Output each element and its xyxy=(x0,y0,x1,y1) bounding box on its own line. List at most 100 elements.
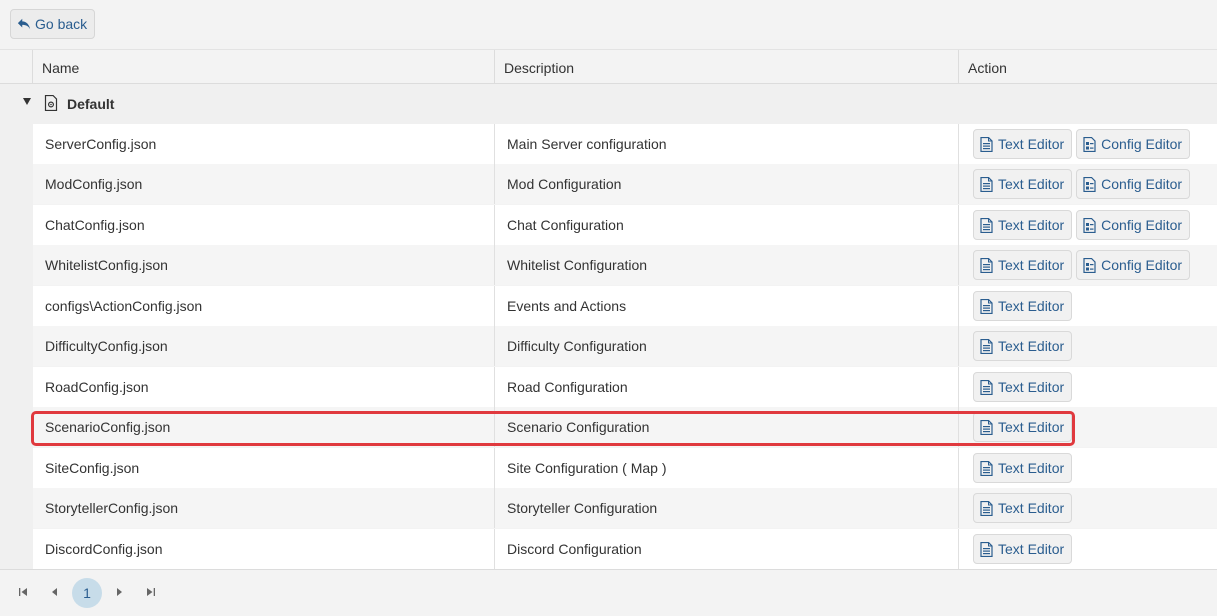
action-button-label: Text Editor xyxy=(998,541,1065,557)
toolbar: Go back xyxy=(0,0,1217,48)
cell-name: ModConfig.json xyxy=(45,176,143,192)
next-page-icon[interactable] xyxy=(111,584,127,600)
cell-description: Whitelist Configuration xyxy=(494,245,958,285)
table-row[interactable]: ServerConfig.json Main Server configurati… xyxy=(33,124,1217,164)
group-label: Default xyxy=(67,96,115,112)
column-header-description[interactable]: Description xyxy=(494,50,958,84)
text-editor-button[interactable]: Text Editor xyxy=(973,169,1073,199)
table-row[interactable]: configs\ActionConfig.json Events and Acti… xyxy=(33,286,1217,326)
cell-name: ServerConfig.json xyxy=(45,136,157,152)
config-editor-button[interactable]: Config Editor xyxy=(1076,250,1191,280)
table-row[interactable]: ScenarioConfig.json Scenario Configuratio… xyxy=(33,407,1217,447)
config-editor-button[interactable]: Config Editor xyxy=(1076,129,1191,159)
action-button-label: Config Editor xyxy=(1101,257,1183,273)
table-row[interactable]: DifficultyConfig.json Difficulty Configur… xyxy=(33,326,1217,366)
collapse-triangle-icon[interactable] xyxy=(23,98,31,105)
cell-description: Discord Configuration xyxy=(494,529,958,569)
cell-name: configs\ActionConfig.json xyxy=(45,298,203,314)
go-back-label: Go back xyxy=(35,16,88,32)
table-row[interactable]: DiscordConfig.json Discord Configuration T… xyxy=(33,529,1217,569)
document-icon xyxy=(980,298,993,314)
action-button-label: Text Editor xyxy=(998,298,1065,314)
config-editor-button[interactable]: Config Editor xyxy=(1076,210,1191,240)
text-editor-button[interactable]: Text Editor xyxy=(973,250,1073,280)
cell-description: Scenario Configuration xyxy=(494,407,958,447)
document-icon xyxy=(980,541,993,557)
table-row[interactable]: ModConfig.json Mod Configuration Text Edit… xyxy=(33,164,1217,204)
table-row[interactable]: WhitelistConfig.json Whitelist Configurat… xyxy=(33,245,1217,285)
cell-actions: Text Editor xyxy=(958,286,1217,326)
column-header-name[interactable]: Name xyxy=(32,50,494,84)
text-editor-button[interactable]: Text Editor xyxy=(973,534,1073,564)
pagination: 1 xyxy=(0,569,1217,616)
cell-actions: Text Editor xyxy=(958,367,1217,407)
action-button-label: Text Editor xyxy=(998,257,1065,273)
cell-actions: Text Editor xyxy=(958,488,1217,528)
cell-actions: Text Editor xyxy=(958,407,1217,447)
document-icon xyxy=(980,379,993,395)
cell-actions: Text Editor xyxy=(958,448,1217,488)
action-button-label: Text Editor xyxy=(998,338,1065,354)
config-editor-icon xyxy=(1083,176,1096,192)
table-row[interactable]: SiteConfig.json Site Configuration ( Map … xyxy=(33,448,1217,488)
prev-page-icon[interactable] xyxy=(47,584,63,600)
text-editor-button[interactable]: Text Editor xyxy=(973,210,1073,240)
grid-header: Name Description Action xyxy=(0,49,1217,84)
group-indent xyxy=(0,124,33,569)
group-row-default[interactable]: Default xyxy=(0,84,1217,124)
text-editor-button[interactable]: Text Editor xyxy=(973,331,1073,361)
cell-description: Difficulty Configuration xyxy=(494,326,958,366)
cell-actions: Text Editor xyxy=(958,326,1217,366)
document-icon xyxy=(980,338,993,354)
action-button-label: Config Editor xyxy=(1101,176,1183,192)
cell-name: RoadConfig.json xyxy=(45,379,149,395)
text-editor-button[interactable]: Text Editor xyxy=(973,129,1073,159)
cell-description: Chat Configuration xyxy=(494,205,958,245)
cell-actions: Text Editor Config Editor xyxy=(958,124,1217,164)
action-button-label: Text Editor xyxy=(998,176,1065,192)
action-button-label: Text Editor xyxy=(998,136,1065,152)
back-arrow-icon xyxy=(17,18,31,30)
cell-description: Events and Actions xyxy=(494,286,958,326)
action-button-label: Text Editor xyxy=(998,419,1065,435)
document-icon xyxy=(980,176,993,192)
action-button-label: Text Editor xyxy=(998,217,1065,233)
text-editor-button[interactable]: Text Editor xyxy=(973,453,1073,483)
table-row[interactable]: ChatConfig.json Chat Configuration Text Ed… xyxy=(33,205,1217,245)
action-button-label: Text Editor xyxy=(998,460,1065,476)
cell-description: Mod Configuration xyxy=(494,164,958,204)
go-back-button[interactable]: Go back xyxy=(10,9,95,39)
page-button-1[interactable]: 1 xyxy=(72,578,102,608)
first-page-icon[interactable] xyxy=(15,584,31,600)
document-icon xyxy=(980,460,993,476)
cell-actions: Text Editor Config Editor xyxy=(958,164,1217,204)
cell-name: SiteConfig.json xyxy=(45,460,140,476)
action-button-label: Text Editor xyxy=(998,379,1065,395)
table-row[interactable]: StorytellerConfig.json Storyteller Config… xyxy=(33,488,1217,528)
cell-description: Site Configuration ( Map ) xyxy=(494,448,958,488)
config-editor-icon xyxy=(1083,136,1096,152)
cell-name: ChatConfig.json xyxy=(45,217,145,233)
cell-actions: Text Editor Config Editor xyxy=(958,205,1217,245)
text-editor-button[interactable]: Text Editor xyxy=(973,493,1073,523)
document-icon xyxy=(980,136,993,152)
column-header-action[interactable]: Action xyxy=(958,50,1217,84)
cell-actions: Text Editor Config Editor xyxy=(958,245,1217,285)
config-editor-icon xyxy=(1083,257,1096,273)
cell-description: Main Server configuration xyxy=(494,124,958,164)
cell-name: ScenarioConfig.json xyxy=(45,419,171,435)
last-page-icon[interactable] xyxy=(143,584,159,600)
document-icon xyxy=(980,419,993,435)
config-editor-button[interactable]: Config Editor xyxy=(1076,169,1191,199)
table-row[interactable]: RoadConfig.json Road Configuration Text Ed… xyxy=(33,367,1217,407)
document-icon xyxy=(980,257,993,273)
config-editor-icon xyxy=(1083,217,1096,233)
text-editor-button[interactable]: Text Editor xyxy=(973,412,1073,442)
action-button-label: Config Editor xyxy=(1101,217,1183,233)
cell-name: DiscordConfig.json xyxy=(45,541,163,557)
cell-name: DifficultyConfig.json xyxy=(45,338,168,354)
cell-name: StorytellerConfig.json xyxy=(45,500,179,516)
document-icon xyxy=(980,500,993,516)
text-editor-button[interactable]: Text Editor xyxy=(973,291,1073,321)
text-editor-button[interactable]: Text Editor xyxy=(973,372,1073,402)
